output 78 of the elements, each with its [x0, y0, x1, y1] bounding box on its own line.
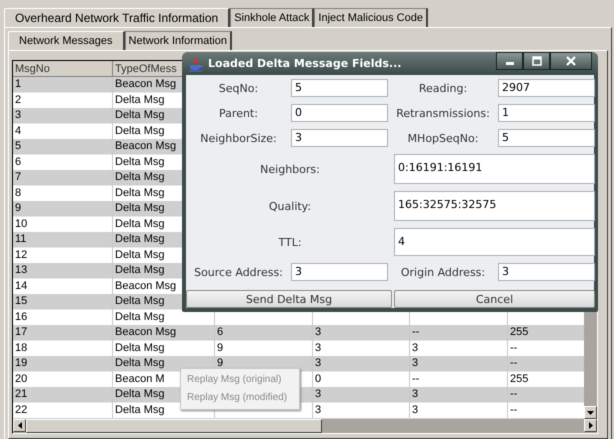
- table-cell: 19: [13, 356, 113, 372]
- field-label: SeqNo:: [218, 82, 258, 94]
- table-cell: 20: [13, 372, 113, 387]
- table-cell: Beacon Msg: [113, 325, 215, 340]
- minimize-button[interactable]: [496, 52, 523, 70]
- input-field[interactable]: 3: [498, 263, 595, 281]
- scroll-left-icon[interactable]: [13, 419, 26, 432]
- tab[interactable]: Network Information: [124, 31, 232, 50]
- field-label: Retransmissions:: [396, 106, 490, 120]
- table-cell: 22: [13, 402, 113, 418]
- table-cell: 9: [13, 201, 113, 216]
- table-cell: 3: [410, 356, 508, 372]
- table-cell: 10: [13, 216, 113, 232]
- table-cell: 11: [13, 232, 113, 248]
- table-cell: 3: [313, 340, 410, 356]
- field-label: Quality:: [268, 200, 312, 212]
- table-cell: 12: [13, 248, 113, 263]
- tab[interactable]: Inject Malicious Code: [314, 8, 428, 27]
- table-cell: 7: [13, 170, 113, 186]
- table-cell: 3: [313, 402, 410, 418]
- input-field[interactable]: 2907: [498, 79, 595, 97]
- tab[interactable]: Network Messages: [8, 31, 125, 50]
- field-label: Neighbors:: [260, 162, 320, 176]
- cup-icon: [188, 56, 204, 72]
- table-cell: 14: [13, 278, 113, 294]
- button[interactable]: Cancel: [394, 290, 595, 308]
- table-cell: 3: [13, 108, 113, 124]
- table-cell: 3: [410, 340, 508, 356]
- table-cell: 17: [13, 325, 113, 340]
- field-label: Origin Address:: [400, 266, 486, 278]
- table-cell: 5: [13, 139, 113, 154]
- maximize-button[interactable]: [523, 52, 550, 70]
- table-cell: --: [410, 325, 508, 340]
- input-field[interactable]: 5: [498, 129, 595, 147]
- horizontal-scrollbar[interactable]: [13, 419, 597, 433]
- minimize-icon: [506, 62, 514, 65]
- table-cell: 3: [313, 356, 410, 372]
- table-cell: 8: [13, 186, 113, 201]
- input-field[interactable]: 3: [291, 263, 388, 281]
- table-cell: 9: [215, 340, 313, 356]
- table-cell: 16: [13, 310, 113, 325]
- table-cell: 15: [13, 294, 113, 310]
- input-field[interactable]: 165:32575:32575: [394, 191, 595, 221]
- table-cell: 3: [410, 387, 508, 402]
- maximize-icon: [532, 56, 542, 66]
- table-cell: 2: [13, 92, 113, 108]
- input-field[interactable]: 1: [498, 104, 595, 122]
- field-label: TTL:: [278, 236, 302, 248]
- button[interactable]: Send Delta Msg: [186, 290, 392, 308]
- field-label: MHopSeqNo:: [408, 132, 478, 144]
- table-cell: 1: [13, 77, 113, 92]
- table-cell: 4: [13, 124, 113, 139]
- input-field[interactable]: 3: [291, 129, 388, 147]
- scroll-down-icon[interactable]: [584, 406, 597, 419]
- table-cell: 13: [13, 263, 113, 278]
- close-button[interactable]: [550, 52, 592, 70]
- table-cell: 3: [410, 402, 508, 418]
- scrollbar-thumb[interactable]: [26, 419, 322, 433]
- input-field[interactable]: 5: [291, 79, 388, 97]
- table-cell: 6: [13, 154, 113, 170]
- input-field[interactable]: 0:16191:16191: [394, 154, 595, 184]
- table-cell: 3: [313, 325, 410, 340]
- close-icon: [566, 56, 576, 66]
- scroll-right-icon[interactable]: [584, 419, 597, 432]
- column-header[interactable]: MsgNo: [13, 61, 113, 77]
- table-cell: --: [410, 372, 508, 387]
- table-cell: 6: [215, 325, 313, 340]
- table-cell: 18: [13, 340, 113, 356]
- table-cell: Delta Msg: [113, 340, 215, 356]
- input-field[interactable]: 4: [394, 228, 595, 256]
- table-cell: 0: [313, 372, 410, 387]
- tab[interactable]: Sinkhole Attack: [230, 8, 314, 27]
- table-cell: 3: [313, 387, 410, 402]
- table-cell: 21: [13, 387, 113, 402]
- input-field[interactable]: 0: [291, 104, 388, 122]
- field-label: Parent:: [219, 106, 258, 120]
- tab[interactable]: Overheard Network Traffic Information: [4, 8, 230, 27]
- field-label: Reading:: [418, 82, 468, 94]
